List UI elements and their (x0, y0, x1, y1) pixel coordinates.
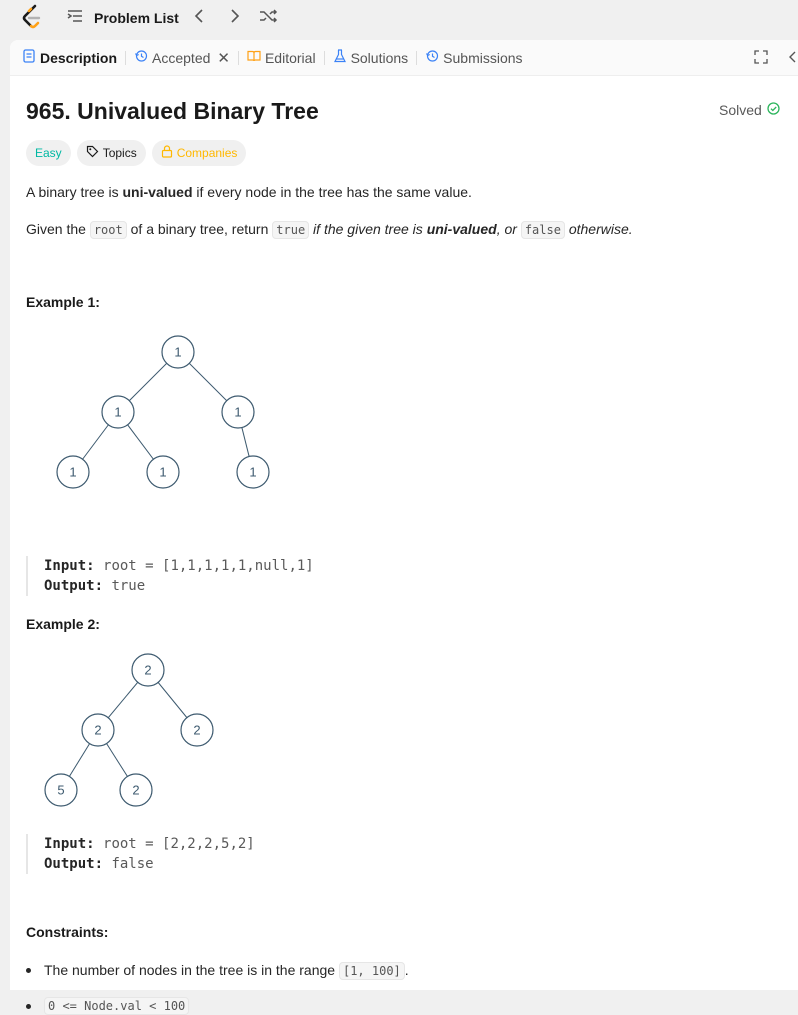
collapse-icon[interactable] (786, 50, 798, 67)
description-paragraph-2: Given the root of a binary tree, return … (26, 221, 633, 239)
example-2-io: Input: root = [2,2,2,5,2] Output: false (26, 834, 255, 874)
tab-divider (323, 50, 325, 65)
shuffle-icon[interactable] (258, 6, 278, 26)
tab-solutions[interactable]: Solutions (333, 40, 409, 76)
bullet-icon (26, 1003, 31, 1009)
tab-divider (416, 50, 418, 65)
svg-text:1: 1 (114, 405, 121, 420)
svg-text:1: 1 (69, 465, 76, 480)
tab-submissions[interactable]: Submissions (425, 40, 523, 76)
tree-node: 5 (44, 773, 78, 807)
topics-button[interactable]: Topics (76, 140, 146, 166)
example-2-tree-diagram: 2 2 2 5 2 (44, 653, 214, 807)
maximize-icon[interactable] (754, 50, 768, 67)
history-icon (425, 49, 439, 66)
tree-node: 1 (236, 455, 270, 489)
prev-problem-icon[interactable] (190, 6, 210, 26)
description-paragraph-1: A binary tree is uni-valued if every nod… (26, 184, 472, 200)
tree-node: 2 (81, 713, 115, 747)
example-1-heading: Example 1: (26, 294, 100, 310)
tree-node: 1 (146, 455, 180, 489)
book-icon (247, 49, 261, 66)
tag-icon (86, 145, 99, 161)
tree-node: 1 (221, 395, 255, 429)
history-icon (134, 49, 148, 66)
lock-icon (161, 145, 173, 161)
problem-list-button[interactable]: Problem List (66, 7, 179, 28)
difficulty-badge: Easy (26, 140, 71, 166)
tab-description[interactable]: Description (22, 40, 117, 76)
tab-solutions-label: Solutions (350, 49, 409, 66)
tree-node: 1 (161, 335, 195, 369)
tree-node: 2 (119, 773, 153, 807)
tree-node: 1 (101, 395, 135, 429)
check-circle-icon (767, 102, 780, 118)
description-icon (22, 49, 36, 66)
flask-icon (333, 49, 347, 66)
svg-text:1: 1 (159, 465, 166, 480)
example-2-heading: Example 2: (26, 616, 100, 632)
example-1-tree-diagram: 1 1 1 1 1 1 (56, 335, 270, 489)
tree-node: 1 (56, 455, 90, 489)
tab-editorial-label: Editorial (264, 49, 316, 66)
companies-button[interactable]: Companies (151, 140, 247, 166)
problem-list-label: Problem List (94, 9, 179, 26)
next-problem-icon[interactable] (224, 6, 244, 26)
constraints-heading: Constraints: (26, 924, 109, 940)
svg-text:1: 1 (249, 465, 256, 480)
close-icon[interactable]: ✕ (217, 49, 230, 67)
tab-accepted[interactable]: Accepted ✕ (134, 40, 230, 76)
leetcode-logo-icon[interactable] (20, 4, 44, 30)
constraint-item: 0 <= Node.val < 100 (26, 997, 190, 1015)
tab-submissions-label: Submissions (443, 49, 523, 66)
tag-row: Easy Topics Companies (26, 140, 247, 166)
tab-bar: Description Accepted ✕ Editorial Solutio… (10, 40, 798, 76)
bullet-icon (26, 967, 31, 973)
svg-text:2: 2 (144, 663, 151, 678)
tab-description-label: Description (40, 49, 118, 66)
tab-divider (237, 50, 239, 65)
tab-accepted-label: Accepted (152, 49, 211, 66)
svg-text:1: 1 (234, 405, 241, 420)
solved-status: Solved (719, 102, 780, 118)
companies-label: Companies (176, 146, 238, 160)
constraint-item: The number of nodes in the tree is in th… (26, 962, 409, 980)
tab-divider (125, 50, 127, 65)
svg-text:1: 1 (174, 345, 181, 360)
svg-text:5: 5 (57, 783, 64, 798)
top-bar: Problem List (0, 0, 798, 38)
problem-title[interactable]: 965. Univalued Binary Tree (26, 98, 319, 125)
topics-label: Topics (102, 146, 137, 160)
tree-node: 2 (180, 713, 214, 747)
description-panel: Description Accepted ✕ Editorial Solutio… (10, 40, 798, 1015)
solved-label: Solved (719, 102, 762, 118)
svg-text:2: 2 (193, 723, 200, 738)
svg-text:2: 2 (94, 723, 101, 738)
tree-node: 2 (131, 653, 165, 687)
svg-text:2: 2 (132, 783, 139, 798)
tab-editorial[interactable]: Editorial (247, 40, 316, 76)
list-icon (66, 7, 84, 28)
example-1-io: Input: root = [1,1,1,1,1,null,1] Output:… (26, 556, 314, 596)
